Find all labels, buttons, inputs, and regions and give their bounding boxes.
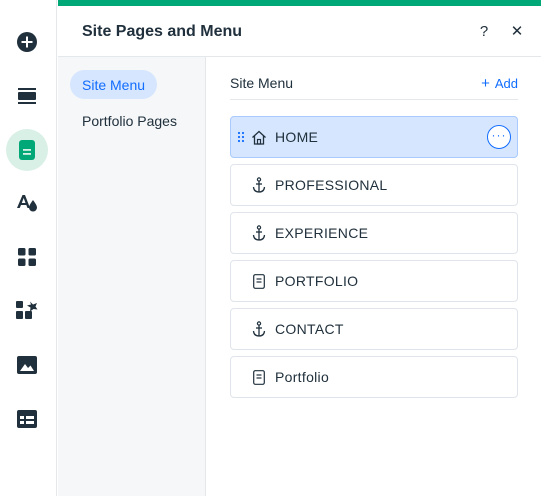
theme-icon — [17, 195, 37, 212]
subnav-item-site-menu[interactable]: Site Menu — [70, 70, 158, 99]
plus-circle-icon — [17, 32, 37, 52]
site-pages-panel: Site Pages and Menu ? ✕ Site Menu Portfo… — [58, 0, 541, 496]
menu-item-label: CONTACT — [275, 321, 344, 337]
panel-secondary-nav: Site Menu Portfolio Pages — [58, 57, 206, 496]
page-icon — [251, 369, 267, 385]
menu-item-label: Portfolio — [275, 369, 330, 385]
anchor-icon — [251, 321, 267, 337]
close-button[interactable]: ✕ — [505, 19, 529, 43]
anchor-icon — [251, 225, 267, 241]
add-elements-button[interactable] — [6, 21, 48, 63]
panel-header: Site Pages and Menu ? ✕ — [58, 6, 541, 57]
anchor-icon — [251, 177, 267, 193]
page-icon — [251, 273, 267, 289]
apps-button[interactable] — [6, 236, 48, 278]
cms-button[interactable] — [6, 398, 48, 440]
drag-handle-icon[interactable] — [237, 131, 245, 143]
ellipsis-icon: ··· — [491, 128, 507, 142]
menu-item-label: PORTFOLIO — [275, 273, 359, 289]
apps-grid-icon — [18, 248, 36, 266]
help-icon: ? — [479, 22, 489, 40]
close-icon: ✕ — [510, 23, 524, 40]
content-title: Site Menu — [230, 75, 294, 91]
subnav-item-portfolio-pages[interactable]: Portfolio Pages — [70, 106, 189, 135]
menu-item-portfolio[interactable]: Portfolio — [230, 356, 518, 398]
menu-item-experience[interactable]: EXPERIENCE — [230, 212, 518, 254]
menu-item-portfolio-upper[interactable]: PORTFOLIO — [230, 260, 518, 302]
more-actions-button[interactable]: ··· — [487, 125, 511, 149]
menu-item-label: PROFESSIONAL — [275, 177, 388, 193]
business-tools-button[interactable] — [6, 290, 48, 332]
sections-button[interactable] — [6, 75, 48, 117]
menu-item-home[interactable]: HOME ··· — [230, 116, 518, 158]
panel-title: Site Pages and Menu — [82, 23, 243, 40]
add-page-label: Add — [494, 76, 518, 91]
puzzle-icon — [16, 301, 38, 319]
media-button[interactable] — [6, 344, 48, 386]
home-icon — [251, 129, 267, 145]
sections-icon — [18, 88, 36, 104]
site-design-button[interactable] — [6, 182, 48, 224]
add-page-button[interactable]: + Add — [481, 76, 518, 91]
pages-menu-button[interactable] — [6, 129, 48, 171]
editor-left-rail — [0, 0, 57, 496]
page-icon — [19, 140, 35, 160]
content-header: Site Menu + Add — [230, 57, 518, 100]
menu-item-label: EXPERIENCE — [275, 225, 369, 241]
menu-item-contact[interactable]: CONTACT — [230, 308, 518, 350]
plus-icon: + — [481, 75, 490, 92]
table-icon — [17, 410, 37, 428]
menu-item-professional[interactable]: PROFESSIONAL — [230, 164, 518, 206]
image-icon — [17, 356, 37, 374]
help-button[interactable]: ? — [472, 19, 496, 43]
menu-item-label: HOME — [275, 129, 319, 145]
